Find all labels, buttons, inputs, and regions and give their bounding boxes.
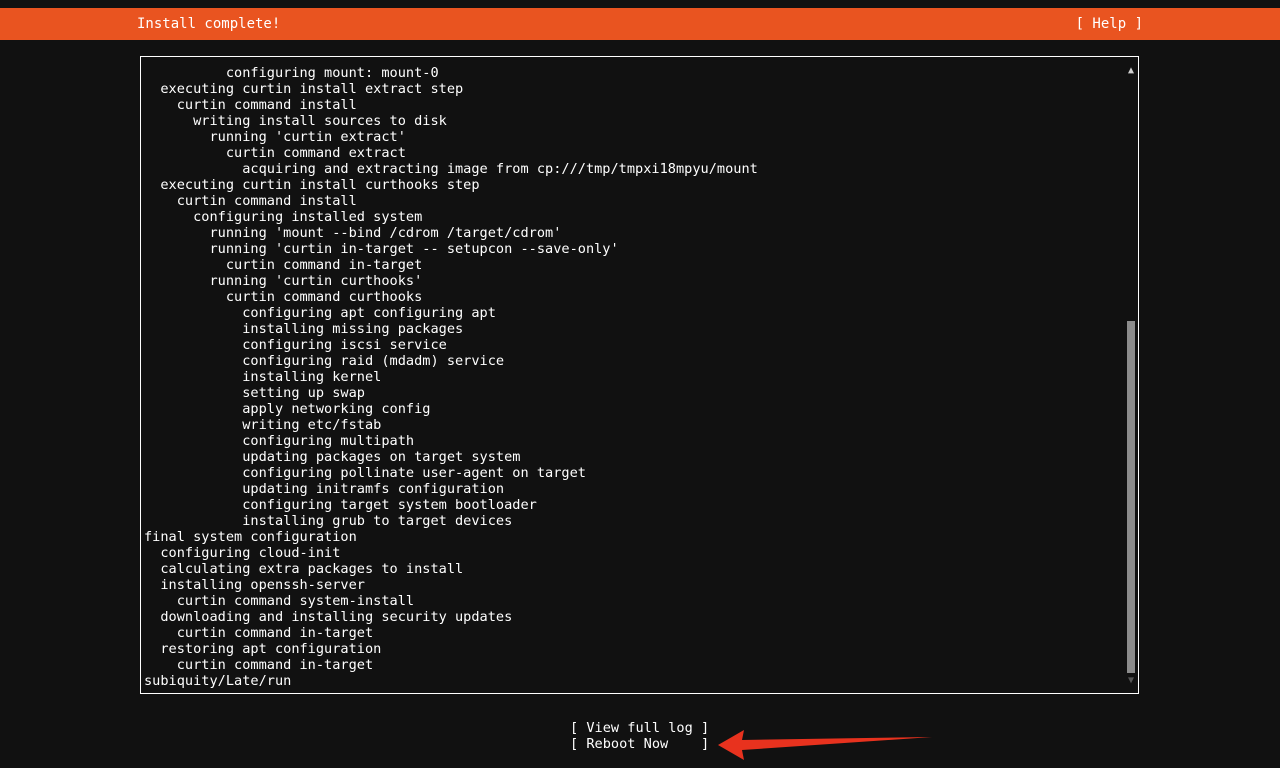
log-line: configuring target system bootloader [144,497,537,513]
action-buttons: [ View full log ] [ Reboot Now ] [570,720,709,752]
log-line: curtin command install [144,193,357,209]
log-line: writing etc/fstab [144,417,382,433]
log-line: curtin command in-target [144,257,423,273]
top-strip [0,0,1280,8]
log-line: installing grub to target devices [144,513,513,529]
log-line: curtin command extract [144,145,406,161]
log-line: executing curtin install extract step [144,81,464,97]
log-line: configuring iscsi service [144,337,447,353]
log-line: running 'curtin curthooks' [144,273,423,289]
log-line: apply networking config [144,401,431,417]
log-line: writing install sources to disk [144,113,447,129]
log-line: installing kernel [144,369,382,385]
scroll-up-icon[interactable]: ▲ [1128,65,1134,77]
log-line: installing openssh-server [144,577,365,593]
log-line: curtin command in-target [144,657,374,673]
view-full-log-button[interactable]: [ View full log ] [570,720,709,736]
log-line: configuring pollinate user-agent on targ… [144,465,586,481]
page-title: Install complete! [137,16,281,32]
log-line: installing missing packages [144,321,464,337]
help-button[interactable]: [ Help ] [1076,8,1143,40]
installer-header: Install complete! [ Help ] [0,8,1280,40]
log-line: downloading and installing security upda… [144,609,513,625]
log-line: running 'mount --bind /cdrom /target/cdr… [144,225,562,241]
log-line: curtin command system-install [144,593,415,609]
log-line: executing curtin install curthooks step [144,177,480,193]
log-line: running 'curtin in-target -- setupcon --… [144,241,619,257]
log-line: curtin command curthooks [144,289,423,305]
log-line: configuring raid (mdadm) service [144,353,505,369]
log-line: configuring multipath [144,433,415,449]
reboot-now-button[interactable]: [ Reboot Now ] [570,736,709,752]
log-line: acquiring and extracting image from cp:/… [144,161,758,177]
install-log-panel[interactable]: configuring mount: mount-0 executing cur… [140,56,1139,694]
log-lines: configuring mount: mount-0 executing cur… [144,65,758,689]
log-line: updating packages on target system [144,449,521,465]
scroll-down-icon[interactable]: ▼ [1128,675,1134,687]
log-line: updating initramfs configuration [144,481,505,497]
log-line: setting up swap [144,385,365,401]
log-line: configuring cloud-init [144,545,341,561]
scrollbar-thumb[interactable] [1127,321,1135,673]
log-line: configuring mount: mount-0 [144,65,439,81]
log-line: curtin command in-target [144,625,374,641]
log-line: final system configuration [144,529,357,545]
arrow-icon [718,730,932,760]
log-line: subiquity/Late/run [144,673,292,689]
scrollbar[interactable] [1127,81,1135,681]
log-line: calculating extra packages to install [144,561,464,577]
log-line: configuring installed system [144,209,423,225]
log-line: configuring apt configuring apt [144,305,496,321]
log-line: running 'curtin extract' [144,129,406,145]
log-line: restoring apt configuration [144,641,382,657]
log-line: curtin command install [144,97,357,113]
